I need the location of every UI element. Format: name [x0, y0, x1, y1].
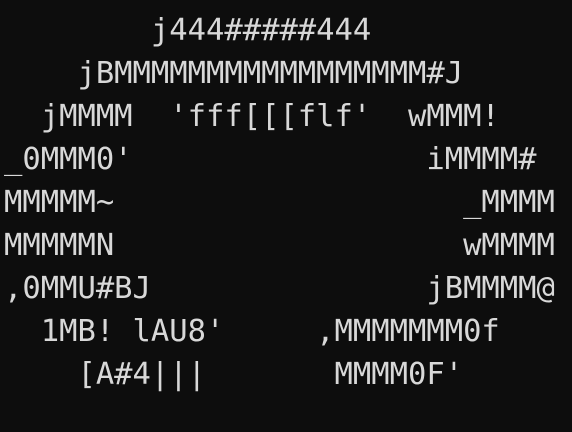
ascii-line: ,0MMU#BJ jBMMMM@ [4, 271, 555, 306]
ascii-line: jBMMMMMMMMMMMMMMMMM#J [4, 56, 464, 91]
ascii-line: jMMMM 'fff[[[flf' wMMM! [4, 99, 500, 134]
ascii-line: [A#4||| MMMM0F' [4, 357, 464, 392]
ascii-art: j444#####444 jBMMMMMMMMMMMMMMMMM#J jMMMM… [0, 0, 572, 432]
ascii-line: 1MB! lAU8' ,MMMMMMM0f [4, 314, 500, 349]
ascii-line: MMMMM~ _MMMM [4, 185, 555, 220]
ascii-line: MMMMMN wMMMM [4, 228, 555, 263]
ascii-line: j444#####444 [4, 13, 372, 48]
ascii-line: _0MMM0' iMMMM# [4, 142, 537, 177]
